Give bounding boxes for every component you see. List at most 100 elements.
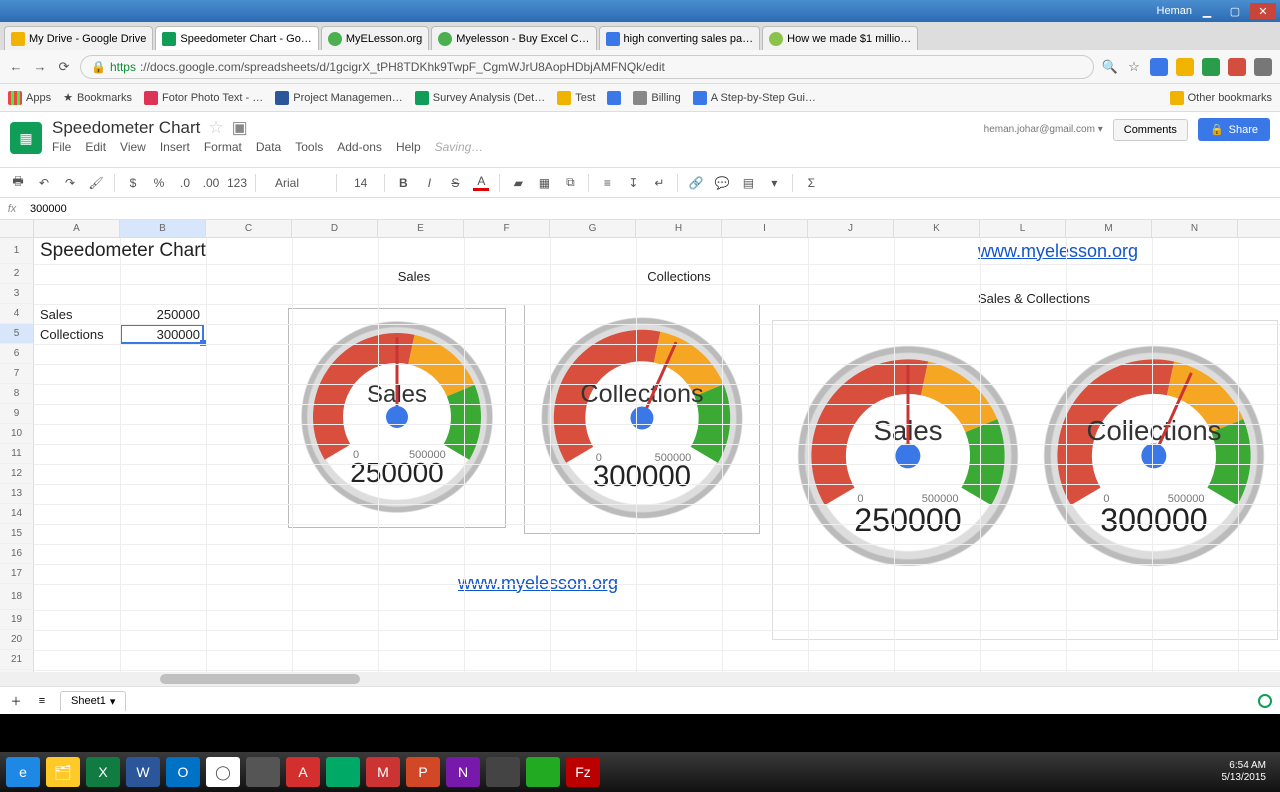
taskbar-onenote-icon[interactable]: N	[446, 757, 480, 787]
spreadsheet-grid[interactable]: A B C D E F G H I J K L M N 1 2 3 4 5 6 …	[0, 220, 1280, 672]
menu-format[interactable]: Format	[204, 140, 242, 154]
taskbar-app-icon[interactable]	[486, 757, 520, 787]
all-sheets-icon[interactable]: ≡	[34, 693, 50, 709]
strike-icon[interactable]: S	[447, 175, 463, 191]
extension-icon[interactable]	[1228, 58, 1246, 76]
taskbar-powerpoint-icon[interactable]: P	[406, 757, 440, 787]
col-header[interactable]: D	[292, 220, 378, 237]
chart-sales[interactable]: Sales2500000500000	[288, 308, 506, 528]
cell-b4[interactable]: 250000	[120, 304, 204, 324]
col-header[interactable]: K	[894, 220, 980, 237]
taskbar-outlook-icon[interactable]: O	[166, 757, 200, 787]
cell-a1[interactable]: Speedometer Chart	[36, 238, 336, 264]
star-icon[interactable]: ☆	[208, 118, 223, 138]
bookmark-item[interactable]: A Step-by-Step Gui…	[693, 91, 816, 105]
row-header[interactable]: 9	[0, 404, 34, 424]
chart-sales-collections[interactable]: Sales2500000500000 Collections3000000500…	[772, 320, 1278, 640]
row-header[interactable]: 8	[0, 384, 34, 404]
browser-tab[interactable]: MyELesson.org	[321, 26, 429, 50]
sheet-tab[interactable]: Sheet1 ▾	[60, 691, 126, 711]
menu-view[interactable]: View	[120, 140, 146, 154]
row-header[interactable]: 22	[0, 670, 34, 672]
taskbar-app-icon[interactable]	[526, 757, 560, 787]
comment-icon[interactable]: 💬	[714, 175, 730, 191]
text-color-icon[interactable]: A	[473, 175, 489, 191]
search-icon[interactable]: 🔍	[1102, 59, 1118, 75]
bookmark-item[interactable]	[607, 91, 621, 105]
borders-icon[interactable]: ▦	[536, 175, 552, 191]
paint-format-icon[interactable]: 🖌	[88, 175, 104, 191]
taskbar-excel-icon[interactable]: X	[86, 757, 120, 787]
window-minimize-button[interactable]: ▁	[1194, 3, 1220, 19]
row-header[interactable]: 19	[0, 610, 34, 630]
decimal-increase-icon[interactable]: .00	[203, 175, 219, 191]
row-header[interactable]: 17	[0, 564, 34, 584]
redo-icon[interactable]: ↷	[62, 175, 78, 191]
bookmark-item[interactable]: Fotor Photo Text - …	[144, 91, 263, 105]
chart-icon[interactable]: ▤	[740, 175, 756, 191]
format-number-icon[interactable]: 123	[229, 175, 245, 191]
print-icon[interactable]: 🖶	[10, 175, 26, 191]
taskbar-adobe-icon[interactable]: A	[286, 757, 320, 787]
add-sheet-icon[interactable]: ＋	[8, 693, 24, 709]
share-button[interactable]: 🔒Share	[1198, 118, 1270, 141]
window-close-button[interactable]: ✕	[1250, 3, 1276, 19]
window-maximize-button[interactable]: ▢	[1222, 3, 1248, 19]
cell-h2[interactable]: Collections	[614, 266, 744, 286]
col-header[interactable]: L	[980, 220, 1066, 237]
fill-color-icon[interactable]: ▰	[510, 175, 526, 191]
italic-icon[interactable]: I	[421, 175, 437, 191]
col-header[interactable]: E	[378, 220, 464, 237]
cell-a5[interactable]: Collections	[36, 324, 120, 344]
row-header[interactable]: 6	[0, 344, 34, 364]
row-header[interactable]: 13	[0, 484, 34, 504]
nav-forward-icon[interactable]: →	[32, 59, 48, 75]
row-header[interactable]: 1	[0, 238, 34, 264]
taskbar-clock[interactable]: 6:54 AM 5/13/2015	[1214, 760, 1275, 784]
taskbar-ie-icon[interactable]: e	[6, 757, 40, 787]
star-icon[interactable]: ☆	[1126, 59, 1142, 75]
extension-icon[interactable]	[1202, 58, 1220, 76]
link-myelesson-bottom[interactable]: www.myelesson.org	[454, 570, 704, 596]
v-align-icon[interactable]: ↧	[625, 175, 641, 191]
menu-edit[interactable]: Edit	[85, 140, 106, 154]
cell-e2[interactable]: Sales	[364, 266, 464, 286]
link-icon[interactable]: 🔗	[688, 175, 704, 191]
row-header[interactable]: 20	[0, 630, 34, 650]
merge-icon[interactable]: ⧉	[562, 175, 578, 191]
sheet-menu-icon[interactable]: ▾	[110, 695, 116, 708]
browser-tab[interactable]: high converting sales pa…	[599, 26, 761, 50]
nav-back-icon[interactable]: ←	[8, 59, 24, 75]
comments-button[interactable]: Comments	[1113, 119, 1188, 141]
row-header[interactable]: 5	[0, 324, 34, 344]
row-header[interactable]: 12	[0, 464, 34, 484]
col-header[interactable]: G	[550, 220, 636, 237]
bookmark-item[interactable]: ★ Bookmarks	[63, 91, 132, 104]
bookmark-item[interactable]: Billing	[633, 91, 680, 105]
menu-tools[interactable]: Tools	[295, 140, 323, 154]
menu-insert[interactable]: Insert	[160, 140, 190, 154]
col-header[interactable]: A	[34, 220, 120, 237]
extension-icon[interactable]	[1150, 58, 1168, 76]
link-myelesson-top[interactable]: www.myelesson.org	[974, 238, 1224, 264]
functions-icon[interactable]: Σ	[803, 175, 819, 191]
browser-tab[interactable]: My Drive - Google Drive	[4, 26, 153, 50]
col-header[interactable]: J	[808, 220, 894, 237]
decimal-decrease-icon[interactable]: .0	[177, 175, 193, 191]
select-all-corner[interactable]	[0, 220, 34, 237]
browser-tab[interactable]: Myelesson - Buy Excel C…	[431, 26, 596, 50]
hamburger-icon[interactable]	[1254, 58, 1272, 76]
row-header[interactable]: 18	[0, 584, 34, 610]
wrap-icon[interactable]: ↵	[651, 175, 667, 191]
col-header[interactable]: F	[464, 220, 550, 237]
row-header[interactable]: 14	[0, 504, 34, 524]
bookmark-item[interactable]: Survey Analysis (Det…	[415, 91, 545, 105]
row-header[interactable]: 2	[0, 264, 34, 284]
account-email[interactable]: heman.johar@gmail.com ▾	[984, 124, 1103, 135]
row-header[interactable]: 16	[0, 544, 34, 564]
col-header[interactable]: M	[1066, 220, 1152, 237]
percent-icon[interactable]: %	[151, 175, 167, 191]
apps-button[interactable]: Apps	[8, 91, 51, 105]
filter-icon[interactable]: ▾	[766, 175, 782, 191]
taskbar-filezilla-icon[interactable]: Fz	[566, 757, 600, 787]
